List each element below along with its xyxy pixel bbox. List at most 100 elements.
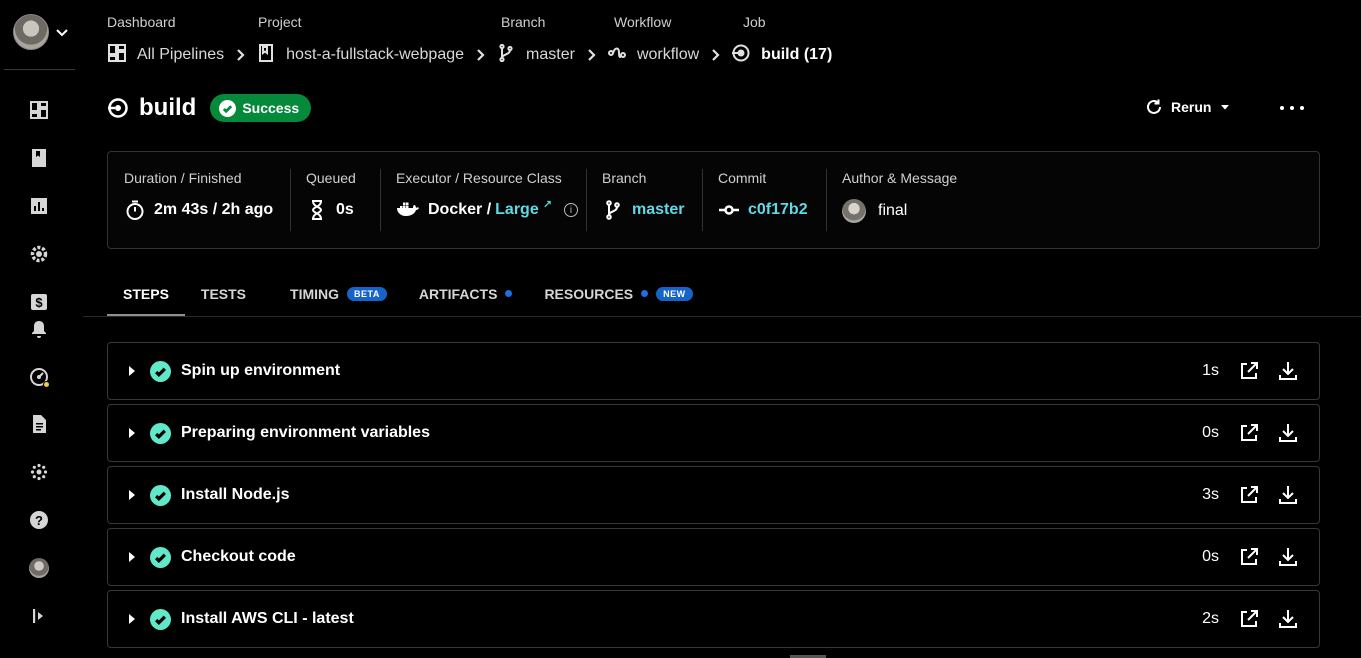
info-divider <box>290 169 291 231</box>
author-value: final <box>842 199 957 223</box>
download-icon[interactable] <box>1277 546 1299 568</box>
expand-caret-icon[interactable] <box>129 614 135 624</box>
more-options-button[interactable] <box>1280 98 1304 118</box>
download-icon[interactable] <box>1277 360 1299 382</box>
commit-column: Commit c0f17b2 <box>718 152 808 248</box>
step-duration: 2s <box>1202 610 1219 627</box>
breadcrumb-workflow[interactable]: workflow <box>607 43 699 68</box>
expand-caret-icon[interactable] <box>129 366 135 376</box>
breadcrumb: All Pipelines host-a-fullstack-webpage m… <box>107 43 832 67</box>
expand-caret-icon[interactable] <box>129 428 135 438</box>
breadcrumb-job-label: build (17) <box>761 46 833 63</box>
projects-icon[interactable] <box>28 147 50 169</box>
external-link-icon: ↗ <box>542 198 552 211</box>
list-item[interactable]: Checkout code 0s <box>107 528 1320 586</box>
step-duration: 0s <box>1202 548 1219 565</box>
expand-caret-icon[interactable] <box>129 552 135 562</box>
sidebar: $ ? <box>0 0 78 658</box>
resource-class-link[interactable]: Large <box>495 201 539 219</box>
breadcrumb-all-pipelines[interactable]: All Pipelines <box>107 43 224 68</box>
open-external-icon[interactable] <box>1238 360 1260 382</box>
info-divider <box>826 169 827 231</box>
expand-caret-icon[interactable] <box>129 490 135 500</box>
sidebar-divider <box>4 69 75 70</box>
success-check-icon <box>150 608 171 630</box>
settings-icon[interactable] <box>28 243 50 265</box>
list-item[interactable]: Preparing environment variables 0s <box>107 404 1320 462</box>
download-icon[interactable] <box>1277 422 1299 444</box>
branch-icon <box>496 43 516 68</box>
job-header: build Success <box>107 94 312 122</box>
branch-column: Branch master <box>602 152 684 248</box>
insights-icon[interactable] <box>28 195 50 217</box>
info-icon[interactable]: i <box>563 203 578 217</box>
breadcrumb-branch[interactable]: master <box>496 43 575 68</box>
commit-value: c0f17b2 <box>718 199 808 221</box>
docker-icon <box>397 202 419 216</box>
job-title-text: build <box>139 94 197 121</box>
tab-steps-label: STEPS <box>123 285 169 302</box>
job-icon <box>731 43 751 68</box>
breadcrumb-project[interactable]: host-a-fullstack-webpage <box>256 43 464 68</box>
breadcrumb-job[interactable]: build (17) <box>731 43 832 68</box>
breadcrumb-branch-label: master <box>526 46 575 63</box>
queued-value: 0s <box>306 199 356 221</box>
dashboard-icon[interactable] <box>28 99 50 121</box>
queued-column: Queued 0s <box>306 152 356 248</box>
status-icon[interactable] <box>28 366 50 388</box>
open-external-icon[interactable] <box>1238 608 1260 630</box>
docs-icon[interactable] <box>28 413 50 435</box>
notifications-icon[interactable] <box>28 318 50 340</box>
info-divider <box>586 169 587 231</box>
list-item[interactable]: Spin up environment 1s <box>107 342 1320 400</box>
org-switcher[interactable] <box>13 14 69 50</box>
tab-artifacts[interactable]: ARTIFACTS <box>403 270 529 317</box>
open-external-icon[interactable] <box>1238 484 1260 506</box>
more-dot <box>1290 106 1294 110</box>
chevron-right-icon <box>224 49 256 61</box>
step-name: Spin up environment <box>181 362 341 379</box>
step-name: Install AWS CLI - latest <box>181 610 354 627</box>
open-external-icon[interactable] <box>1238 422 1260 444</box>
open-external-icon[interactable] <box>1238 546 1260 568</box>
breadcrumb-label-branch: Branch <box>501 14 546 30</box>
duration-label: Duration / Finished <box>124 170 242 186</box>
commit-link[interactable]: c0f17b2 <box>748 201 808 219</box>
author-column: Author & Message final <box>842 152 957 248</box>
svg-text:?: ? <box>35 513 43 528</box>
tab-tests[interactable]: TESTS <box>185 270 274 317</box>
tab-timing-label: TIMING <box>290 285 340 302</box>
help-icon[interactable]: ? <box>28 509 50 531</box>
author-label: Author & Message <box>842 170 958 186</box>
breadcrumb-project-label: host-a-fullstack-webpage <box>286 46 465 63</box>
duration-column: Duration / Finished 2m 43s / 2h ago <box>124 152 273 248</box>
breadcrumb-label-project: Project <box>258 14 302 30</box>
breadcrumb-label-dashboard: Dashboard <box>107 14 176 30</box>
list-item[interactable]: Install Node.js 3s <box>107 466 1320 524</box>
commit-icon <box>719 205 739 215</box>
tab-artifacts-label: ARTIFACTS <box>418 285 498 302</box>
artifacts-indicator-dot <box>505 290 513 297</box>
status-notification-dot <box>43 381 50 388</box>
rerun-button[interactable]: Rerun <box>1145 98 1231 116</box>
branch-value: master <box>602 199 684 221</box>
success-check-icon <box>150 422 171 444</box>
success-check-icon <box>150 360 171 382</box>
list-item[interactable]: Install AWS CLI - latest 2s <box>107 590 1320 648</box>
executor-value: Docker / Large ↗ i <box>396 199 578 221</box>
profile-avatar[interactable] <box>28 557 50 579</box>
refresh-icon <box>1147 99 1161 114</box>
queued-label: Queued <box>306 170 356 186</box>
breadcrumb-label-workflow: Workflow <box>614 14 672 30</box>
integrations-icon[interactable] <box>28 461 50 483</box>
download-icon[interactable] <box>1277 484 1299 506</box>
tab-steps[interactable]: STEPS <box>107 270 185 317</box>
tab-resources[interactable]: RESOURCES NEW <box>528 270 708 317</box>
plan-icon[interactable]: $ <box>28 291 50 313</box>
branch-link[interactable]: master <box>632 201 684 219</box>
download-icon[interactable] <box>1277 608 1299 630</box>
org-avatar <box>13 14 49 50</box>
workflow-icon <box>607 43 627 68</box>
expand-sidebar-icon[interactable] <box>28 605 50 627</box>
tab-timing[interactable]: TIMING BETA <box>274 270 403 317</box>
